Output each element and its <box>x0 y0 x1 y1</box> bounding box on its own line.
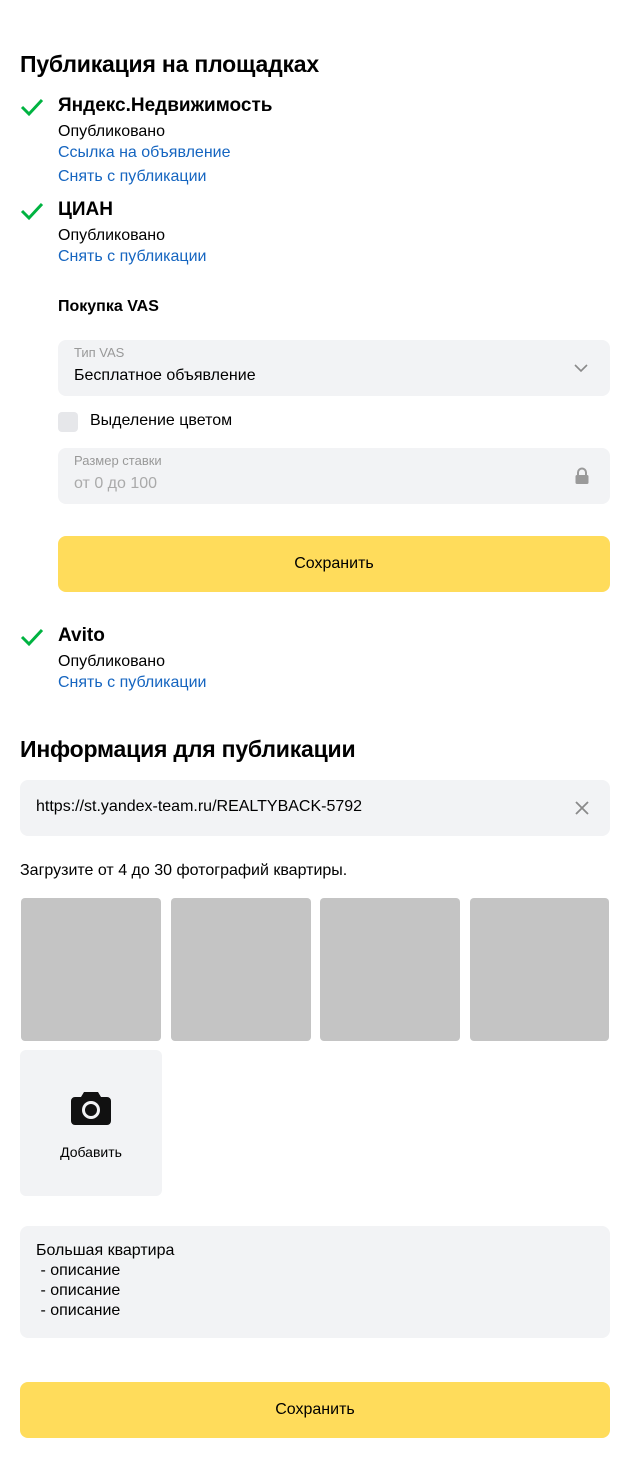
unpublish-link-cian[interactable]: Снять с публикации <box>58 248 206 266</box>
photo-thumbnail[interactable] <box>470 898 609 1041</box>
lock-icon <box>575 467 589 484</box>
vas-type-select[interactable]: Тип VAS Бесплатное объявление <box>58 340 610 396</box>
description-line: - описание <box>36 1302 121 1319</box>
platform-status-cian: Опубликовано <box>58 227 166 244</box>
url-input-value: https://st.yandex-team.ru/REALTYBACK-579… <box>36 798 363 815</box>
vas-save-button[interactable]: Сохранить <box>58 536 610 592</box>
chevron-down-icon <box>574 364 588 373</box>
photo-thumbnail[interactable] <box>171 898 311 1041</box>
checkmark-icon <box>20 202 44 221</box>
bid-size-placeholder: от 0 до 100 <box>74 475 158 492</box>
platform-status-avito: Опубликовано <box>58 653 166 670</box>
add-photo-button[interactable]: Добавить <box>20 1050 162 1196</box>
checkmark-icon <box>20 98 44 117</box>
photos-hint: Загрузите от 4 до 30 фотографий квартиры… <box>20 862 348 879</box>
photo-thumbnail[interactable] <box>320 898 460 1041</box>
close-icon[interactable] <box>575 801 589 815</box>
camera-icon <box>71 1092 111 1125</box>
publication-section-title: Публикация на площадках <box>20 51 319 77</box>
unpublish-link-avito[interactable]: Снять с публикации <box>58 674 206 692</box>
info-section-title: Информация для публикации <box>20 736 356 762</box>
bid-size-label: Размер ставки <box>74 453 162 468</box>
vas-type-label: Тип VAS <box>74 345 125 360</box>
platform-name-yandex: Яндекс.Недвижимость <box>58 95 273 116</box>
checkmark-icon <box>20 628 44 647</box>
vas-title: Покупка VAS <box>58 298 159 315</box>
photo-thumbnail[interactable] <box>21 898 161 1041</box>
unpublish-link-yandex[interactable]: Снять с публикации <box>58 168 206 186</box>
platform-name-avito: Avito <box>58 625 105 646</box>
add-photo-label: Добавить <box>60 1144 122 1160</box>
platform-name-cian: ЦИАН <box>58 199 113 220</box>
vas-type-value: Бесплатное объявление <box>74 367 256 384</box>
description-line: - описание <box>36 1282 121 1299</box>
save-button[interactable]: Сохранить <box>20 1382 610 1438</box>
description-line: - описание <box>36 1262 121 1279</box>
url-input[interactable]: https://st.yandex-team.ru/REALTYBACK-579… <box>20 780 610 836</box>
highlight-color-label: Выделение цветом <box>90 412 233 429</box>
description-textarea[interactable]: Большая квартира - описание - описание -… <box>20 1226 610 1338</box>
bid-size-field: Размер ставки от 0 до 100 <box>58 448 610 504</box>
platform-status-yandex: Опубликовано <box>58 123 166 140</box>
highlight-color-checkbox[interactable] <box>58 412 78 432</box>
description-line: Большая квартира <box>36 1242 175 1259</box>
listing-link[interactable]: Ссылка на объявление <box>58 144 231 162</box>
